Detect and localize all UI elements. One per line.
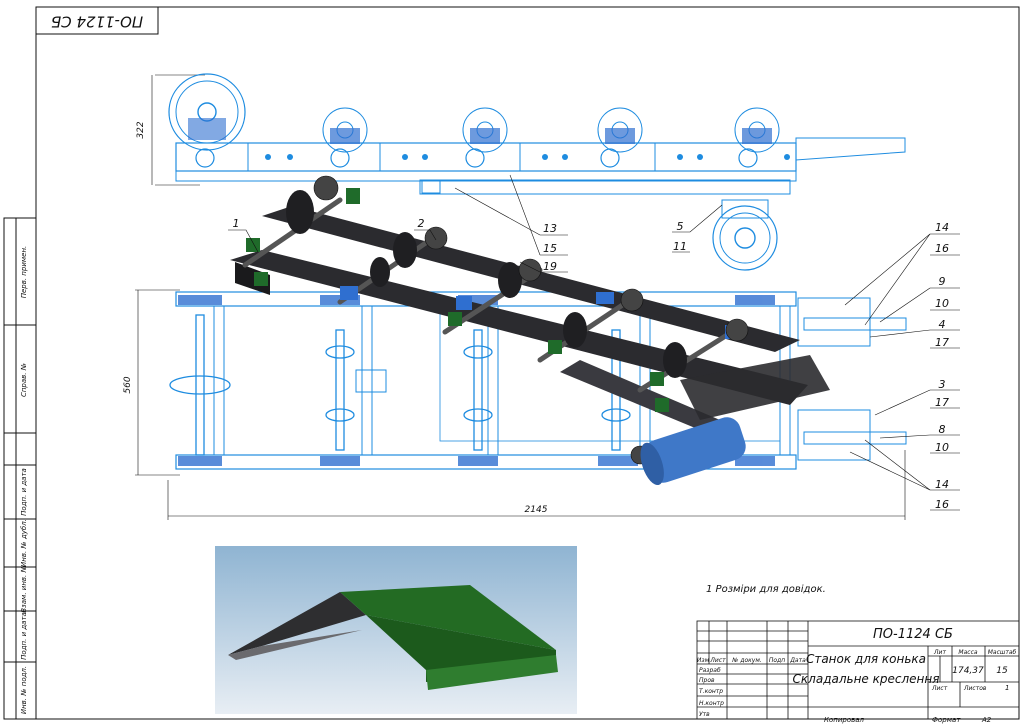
sheets-label: Листов [963,685,987,692]
callout-19: 19 [543,260,557,273]
title-block-text: ПО-1124 СБ Станок для конька Складальне … [697,627,1017,724]
callout-14-bottom: 14 [935,478,949,491]
callout-9: 9 [939,275,946,288]
scale-label: Масштаб [988,649,1017,656]
sheet-label: Лист [931,685,948,692]
callout-11: 11 [673,240,687,253]
callout-10-top: 10 [935,297,949,310]
callout-5: 5 [677,220,684,233]
left-stamp-strip: Перв. примен. Справ. № Подп. и дата Инв.… [3,217,37,720]
strip-label-sprav: Справ. № [20,363,28,397]
format-value: A2 [981,716,992,724]
callout-16-bottom: 16 [935,498,949,511]
callout-17-top: 17 [935,336,949,349]
title-line-1: Станок для конька [806,652,926,666]
drawing-note: 1 Розміри для довідок. [706,583,826,595]
callout-10-bottom: 10 [935,441,949,454]
callout-3: 3 [939,378,946,391]
callout-1: 1 [233,217,240,230]
col-list: Лист [709,657,726,664]
col-podp: Подп [769,657,785,664]
strip-label-vzam: Взам. инв. № [20,565,28,613]
lit-label: Лит [933,649,946,656]
dim-overall-length: 2145 [525,505,548,515]
mass-value: 174,37 [952,666,984,676]
scale-value: 15 [996,666,1008,676]
format-label: Формат [932,716,961,724]
row-prov: Пров [699,677,715,684]
callout-17-bottom: 17 [935,396,949,409]
col-izm: Изм [697,657,710,664]
callout-8: 8 [939,423,946,436]
row-nkontr: Н.контр [699,700,724,707]
assembly-drawing: ПО-1124 СБ Перв. примен. Справ. № Подп. … [3,6,1020,724]
row-tkontr: Т.контр [699,688,723,695]
inverted-drawing-code: ПО-1124 СБ [51,13,143,31]
strip-label-podl: Инв. № подл. [20,666,28,714]
dim-side-height: 560 [123,376,133,393]
callout-16-top: 16 [935,242,949,255]
title-line-2: Складальне креслення [793,672,940,686]
dim-top-height: 322 [136,121,146,138]
strip-label-perv: Перв. примен. [20,246,28,299]
col-date: Дата [789,657,806,664]
callout-2: 2 [418,217,425,230]
strip-label-dubl: Инв. № дубл. [20,519,28,567]
mass-label: Масса [958,649,977,656]
sheets-value: 1 [1005,684,1009,692]
strip-label-podp2: Подп. и дата [20,612,28,660]
col-doc: № докум. [731,657,762,664]
callout-13: 13 [543,222,557,235]
callout-labels: 1 2 13 15 19 5 11 14 16 9 10 4 17 3 17 8… [233,217,950,511]
row-utv: Утв [699,711,710,718]
copied-label: Копировал [824,716,865,724]
title-code: ПО-1124 СБ [873,627,953,642]
strip-label-podp1: Подп. и дата [20,468,28,516]
callout-14-top: 14 [935,221,949,234]
ridge-part-render [215,546,577,714]
callout-15: 15 [543,242,557,255]
row-razrab: Разраб [699,667,721,674]
callout-4: 4 [939,318,946,331]
